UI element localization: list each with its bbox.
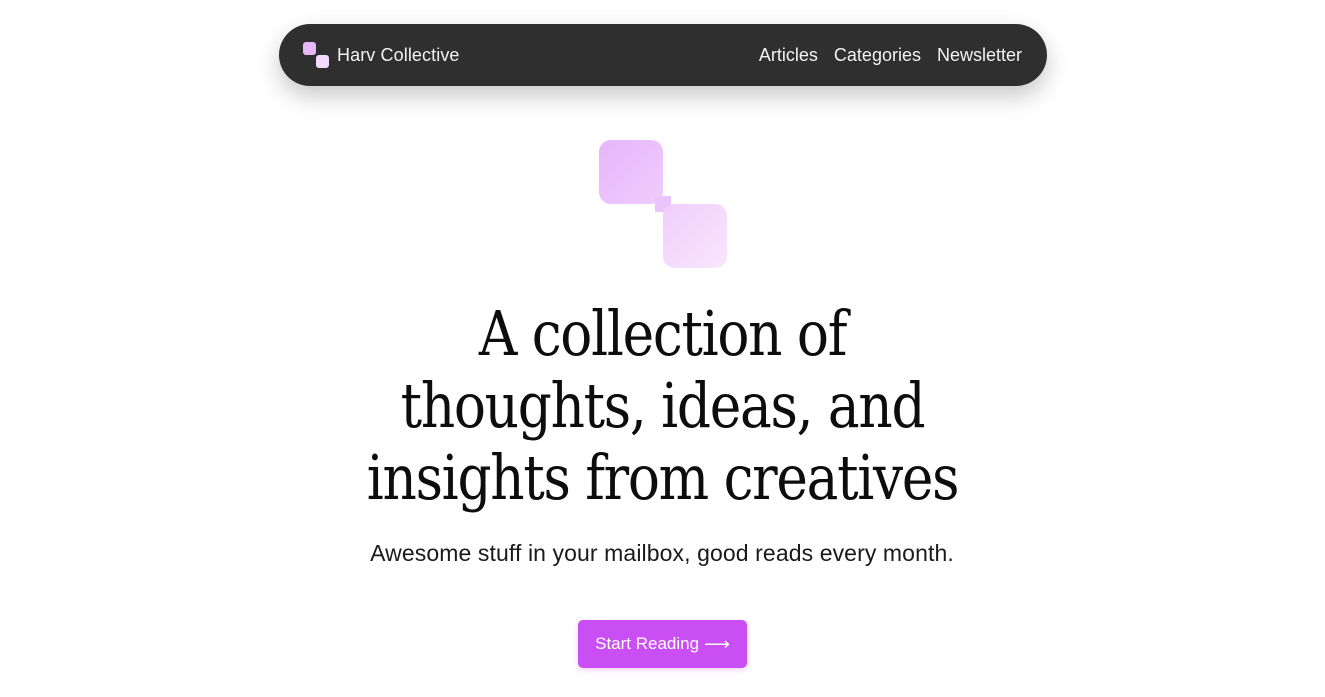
- nav-links: Articles Categories Newsletter: [759, 45, 1022, 66]
- page: Harv Collective Articles Categories News…: [0, 0, 1325, 697]
- hero-subtitle: Awesome stuff in your mailbox, good read…: [370, 540, 954, 566]
- hero-logo-icon: [599, 140, 727, 268]
- nav-link-categories[interactable]: Categories: [834, 45, 921, 66]
- headline-line-3: insights from creatives: [366, 441, 960, 514]
- start-reading-button[interactable]: Start Reading ⟶: [578, 620, 747, 668]
- logo-square-top: [303, 42, 316, 55]
- nav-link-newsletter[interactable]: Newsletter: [937, 45, 1022, 66]
- brand-name: Harv Collective: [337, 44, 460, 65]
- start-reading-label: Start Reading: [595, 634, 700, 653]
- brand-link[interactable]: Harv Collective: [303, 42, 460, 68]
- hero-logo-square-bottom: [663, 204, 727, 268]
- brand-logo-icon: [303, 42, 329, 68]
- headline-line-1: A collection of: [478, 297, 848, 370]
- headline-line-2: thoughts, ideas, and: [400, 369, 926, 442]
- nav-link-articles[interactable]: Articles: [759, 45, 818, 66]
- logo-square-bottom: [316, 55, 329, 68]
- navbar: Harv Collective Articles Categories News…: [279, 24, 1047, 86]
- arrow-right-icon: ⟶: [704, 634, 730, 654]
- hero-headline: A collection of thoughts, ideas, and ins…: [351, 298, 975, 514]
- hero-logo-square-top: [599, 140, 663, 204]
